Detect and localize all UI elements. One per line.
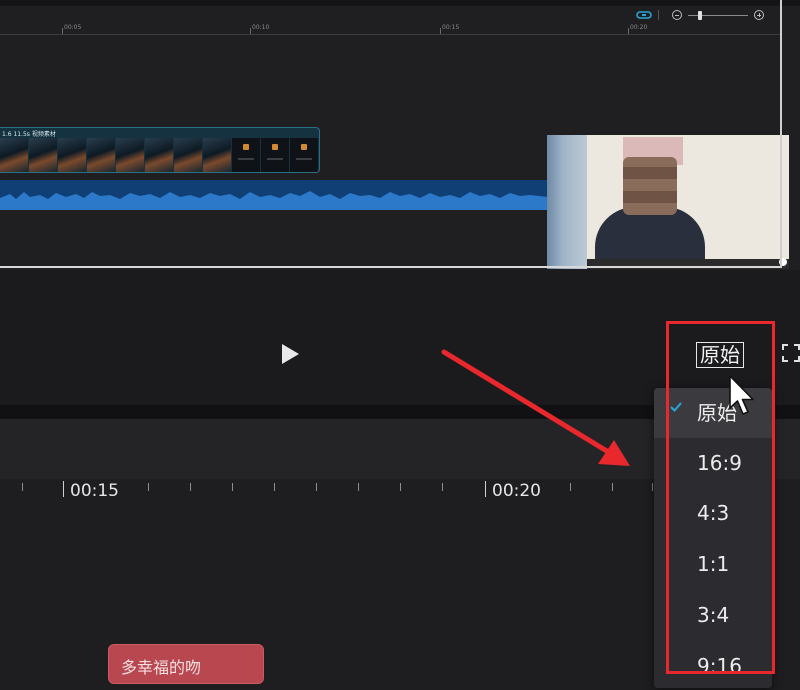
ruler-tick xyxy=(22,483,23,491)
play-button[interactable] xyxy=(282,344,299,364)
clip-thumbnail xyxy=(29,138,57,172)
ruler-tick xyxy=(570,483,571,491)
ruler-label: 00:20 xyxy=(492,481,541,501)
clip-thumbnail xyxy=(116,138,144,172)
clip-info-label: 1.6 11.5s 视频素材 xyxy=(2,131,56,138)
magnet-snap-icon[interactable] xyxy=(636,9,652,21)
ruler-tick xyxy=(442,483,443,491)
ruler-tick xyxy=(274,483,275,491)
ruler-tick xyxy=(358,483,359,491)
mini-ruler-label: 00:10 xyxy=(252,24,270,31)
mini-ruler-baseline xyxy=(0,34,780,35)
subtitle-clip[interactable]: 多幸福的吻 xyxy=(108,644,264,684)
clip-thumbnail xyxy=(87,138,115,172)
clip-thumbnail xyxy=(174,138,202,172)
preview-person-face-mosaic xyxy=(623,157,677,215)
zoom-out-icon[interactable] xyxy=(672,10,682,20)
clip-thumbnail xyxy=(232,138,260,172)
mini-ruler-label: 00:15 xyxy=(442,24,460,31)
video-clip[interactable]: 1.6 11.5s 视频素材 xyxy=(0,127,320,173)
zoom-in-icon[interactable] xyxy=(754,10,764,20)
mini-ruler-label: 00:20 xyxy=(630,24,648,31)
zoom-slider-handle[interactable] xyxy=(698,11,702,20)
clip-thumbnail xyxy=(58,138,86,172)
timeline-zoom-controls xyxy=(636,9,766,23)
clip-thumbnail xyxy=(0,138,28,172)
clip-thumbnail xyxy=(261,138,289,172)
ruler-tick xyxy=(148,483,149,491)
clip-thumbnail xyxy=(145,138,173,172)
zoom-slider-track[interactable] xyxy=(688,15,748,16)
clip-thumbnail xyxy=(203,138,231,172)
timeline-ruler[interactable]: 00:15 00:20 xyxy=(0,480,660,502)
mouse-cursor-icon xyxy=(729,375,754,415)
ruler-tick xyxy=(190,483,191,491)
ruler-major-tick xyxy=(63,481,64,497)
upper-timeline-panel: 00:05 00:10 00:15 00:20 1.6 11.5s 视频素材 xyxy=(0,0,800,270)
mini-ruler-tick xyxy=(628,28,629,34)
ruler-tick xyxy=(400,483,401,491)
mini-time-ruler[interactable]: 00:05 00:10 00:15 00:20 xyxy=(0,22,780,36)
annotation-highlight-box xyxy=(666,321,775,674)
audio-waveform xyxy=(0,191,548,210)
preview-curtain xyxy=(547,135,587,269)
toolbar-divider xyxy=(658,10,659,20)
video-preview-frame[interactable] xyxy=(547,135,789,269)
mini-ruler-tick xyxy=(250,28,251,34)
clip-thumbnail xyxy=(290,138,318,172)
ruler-label: 00:15 xyxy=(70,481,119,501)
mini-ruler-tick xyxy=(62,28,63,34)
mini-ruler-label: 00:05 xyxy=(64,24,82,31)
ruler-tick xyxy=(232,483,233,491)
top-edge-bar xyxy=(0,0,800,6)
preview-frame-right-border xyxy=(780,0,782,268)
ruler-major-tick xyxy=(485,481,486,497)
subtitle-clip-text: 多幸福的吻 xyxy=(121,658,202,677)
ruler-tick xyxy=(652,483,653,491)
annotation-arrow xyxy=(441,349,630,466)
mini-ruler-tick xyxy=(440,28,441,34)
fullscreen-icon[interactable] xyxy=(782,344,800,362)
ruler-tick xyxy=(612,483,613,491)
ruler-tick xyxy=(316,483,317,491)
preview-frame-bottom-border xyxy=(0,266,782,268)
audio-clip[interactable] xyxy=(0,180,548,210)
